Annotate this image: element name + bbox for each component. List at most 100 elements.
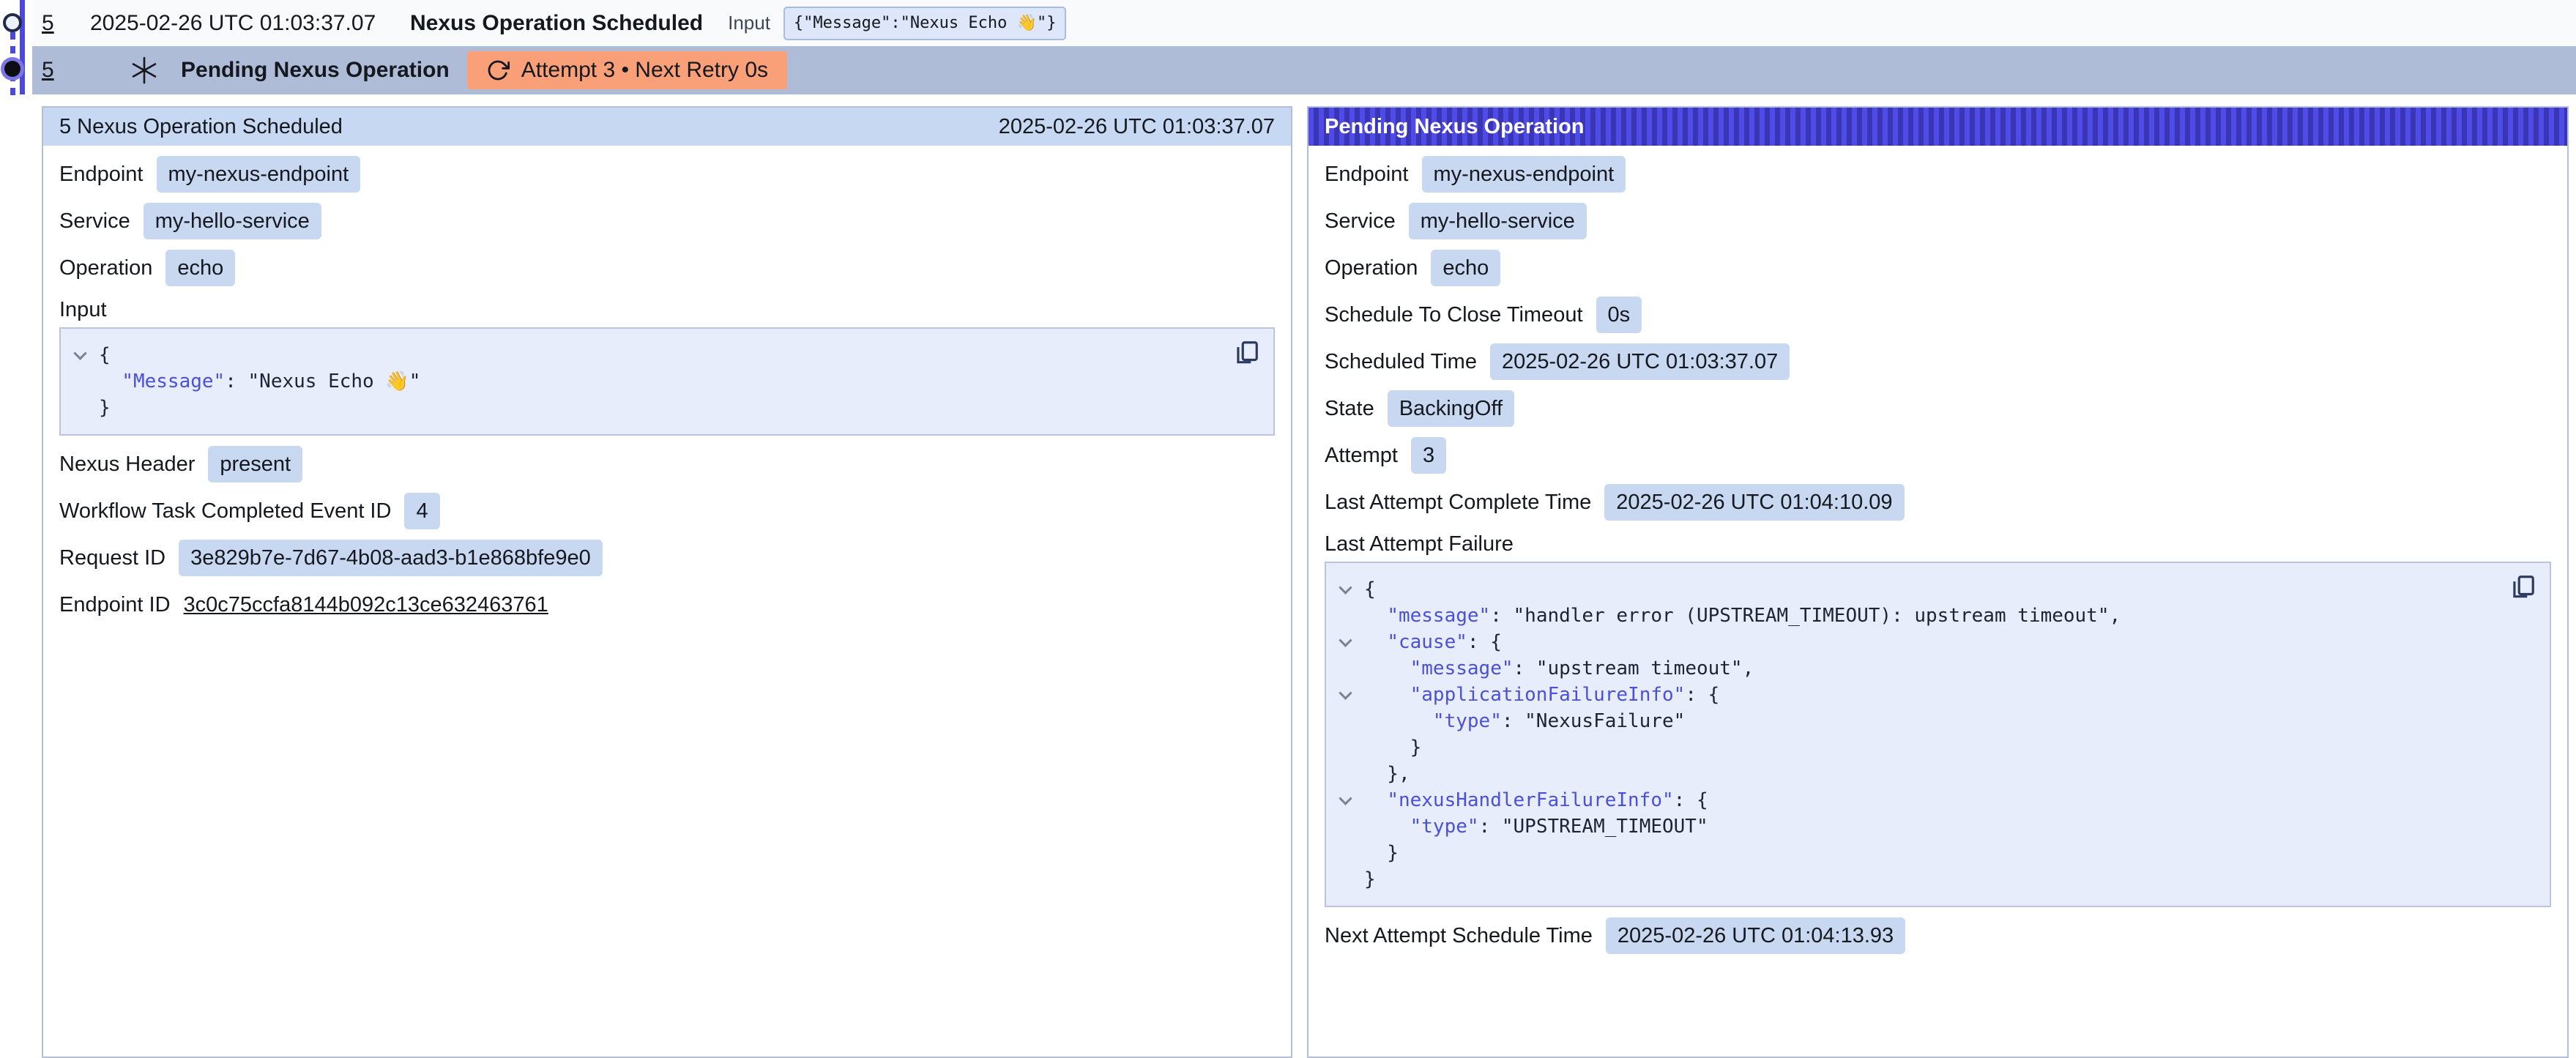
copy-icon <box>1232 339 1260 367</box>
field-input-label: Input <box>59 297 1275 323</box>
stct-badge: 0s <box>1596 297 1642 333</box>
code-line: { <box>1326 576 2498 603</box>
rotate-cw-icon <box>486 59 510 82</box>
event-input-label: Input <box>728 12 770 34</box>
code-gutter <box>1326 866 1364 893</box>
code-gutter <box>1326 813 1364 840</box>
request-id-badge: 3e829b7e-7d67-4b08-aad3-b1e868bfe9e0 <box>179 540 603 576</box>
code-text: "applicationFailureInfo": { <box>1364 682 1719 708</box>
code-line: }, <box>1326 761 2498 787</box>
operation-value-badge: echo <box>165 250 235 286</box>
code-line: "type": "NexusFailure" <box>1326 708 2498 734</box>
code-text: "nexusHandlerFailureInfo": { <box>1364 787 1708 813</box>
field-operation: Operation echo <box>59 250 1275 286</box>
event-detail-panel: 5 Nexus Operation Scheduled 2025-02-26 U… <box>42 106 1292 1058</box>
code-text: } <box>1364 734 1421 761</box>
code-line: } <box>1326 840 2498 866</box>
code-line: "Message": "Nexus Echo 👋" <box>61 368 1222 395</box>
event-detail-time: 2025-02-26 UTC 01:03:37.07 <box>999 115 1275 139</box>
code-text: "Message": "Nexus Echo 👋" <box>99 368 420 395</box>
code-line: "nexusHandlerFailureInfo": { <box>1326 787 2498 813</box>
operation-value-badge: echo <box>1431 250 1500 286</box>
pending-detail-header: Pending Nexus Operation <box>1309 108 2567 146</box>
nexus-header-badge: present <box>208 446 302 483</box>
pending-title: Pending Nexus Operation <box>181 58 450 83</box>
pending-operation-row[interactable]: 5 Pending Nexus Operation Attempt 3 • Ne… <box>32 46 2576 94</box>
field-schedule-to-close-timeout: Schedule To Close Timeout 0s <box>1325 297 2551 333</box>
endpoint-value-badge: my-nexus-endpoint <box>157 156 361 193</box>
code-gutter <box>61 342 99 368</box>
field-state: State BackingOff <box>1325 390 2551 427</box>
field-request-id: Request ID 3e829b7e-7d67-4b08-aad3-b1e86… <box>59 540 1275 576</box>
scheduled-time-badge: 2025-02-26 UTC 01:03:37.07 <box>1490 343 1790 380</box>
retry-status-badge: Attempt 3 • Next Retry 0s <box>467 51 787 89</box>
chevron-down-icon[interactable] <box>1339 791 1352 805</box>
code-text: "type": "NexusFailure" <box>1364 708 1685 734</box>
code-text: { <box>1364 576 1376 603</box>
code-text: "type": "UPSTREAM_TIMEOUT" <box>1364 813 1708 840</box>
code-text: "cause": { <box>1364 629 1502 655</box>
endpoint-id-link[interactable]: 3c0c75ccfa8144b092c13ce632463761 <box>184 593 548 617</box>
wtce-id-badge: 4 <box>404 493 439 529</box>
field-endpoint: Endpoint my-nexus-endpoint <box>1325 156 2551 193</box>
field-operation: Operation echo <box>1325 250 2551 286</box>
code-gutter <box>1326 655 1364 682</box>
field-attempt: Attempt 3 <box>1325 437 2551 474</box>
code-text: }, <box>1364 761 1410 787</box>
chevron-down-icon[interactable] <box>1339 686 1352 699</box>
field-last-attempt-complete-time: Last Attempt Complete Time 2025-02-26 UT… <box>1325 484 2551 521</box>
code-line: } <box>1326 734 2498 761</box>
service-value-badge: my-hello-service <box>1409 203 1587 239</box>
event-id-link[interactable]: 5 <box>42 11 54 35</box>
last-attempt-complete-time-badge: 2025-02-26 UTC 01:04:10.09 <box>1604 484 1904 521</box>
chevron-down-icon[interactable] <box>1339 633 1352 647</box>
event-detail-title: 5 Nexus Operation Scheduled <box>59 115 343 139</box>
code-text: { <box>99 342 111 368</box>
code-line: { <box>61 342 1222 368</box>
service-value-badge: my-hello-service <box>144 203 321 239</box>
retry-badge-label: Attempt 3 • Next Retry 0s <box>521 58 768 83</box>
code-line: } <box>1326 866 2498 893</box>
event-detail-header: 5 Nexus Operation Scheduled 2025-02-26 U… <box>43 108 1291 146</box>
code-text: "message": "upstream timeout", <box>1364 655 1754 682</box>
copy-button[interactable] <box>2509 573 2536 601</box>
field-next-attempt-schedule-time: Next Attempt Schedule Time 2025-02-26 UT… <box>1325 917 2551 954</box>
event-row-scheduled[interactable]: 5 2025-02-26 UTC 01:03:37.07 Nexus Opera… <box>32 0 2576 46</box>
event-title: Nexus Operation Scheduled <box>410 11 703 36</box>
code-line: "message": "upstream timeout", <box>1326 655 2498 682</box>
code-gutter <box>61 395 99 421</box>
code-text: } <box>1364 840 1399 866</box>
field-service: Service my-hello-service <box>59 203 1275 239</box>
attempt-badge: 3 <box>1411 437 1446 474</box>
code-text: } <box>1364 866 1376 893</box>
code-gutter <box>1326 603 1364 629</box>
code-line: "type": "UPSTREAM_TIMEOUT" <box>1326 813 2498 840</box>
code-gutter <box>1326 576 1364 603</box>
chevron-down-icon[interactable] <box>1339 581 1352 594</box>
asterisk-icon <box>130 56 159 85</box>
field-workflow-task-completed-event-id: Workflow Task Completed Event ID 4 <box>59 493 1275 529</box>
input-json-viewer: { "Message": "Nexus Echo 👋"} <box>59 327 1275 436</box>
code-gutter <box>1326 787 1364 813</box>
pending-detail-panel: Pending Nexus Operation Endpoint my-nexu… <box>1307 106 2569 1058</box>
code-gutter <box>61 368 99 395</box>
failure-json-viewer: { "message": "handler error (UPSTREAM_TI… <box>1325 562 2551 907</box>
code-gutter <box>1326 682 1364 708</box>
code-gutter <box>1326 708 1364 734</box>
event-input-chip[interactable]: {"Message":"Nexus Echo 👋"} <box>783 7 1067 40</box>
code-line: "applicationFailureInfo": { <box>1326 682 2498 708</box>
field-scheduled-time: Scheduled Time 2025-02-26 UTC 01:03:37.0… <box>1325 343 2551 380</box>
copy-button[interactable] <box>1232 339 1260 367</box>
pending-detail-title: Pending Nexus Operation <box>1325 115 1585 139</box>
chevron-down-icon[interactable] <box>73 346 86 360</box>
copy-icon <box>2509 573 2536 601</box>
code-gutter <box>1326 840 1364 866</box>
code-line: } <box>61 395 1222 421</box>
code-gutter <box>1326 734 1364 761</box>
field-last-attempt-failure-label: Last Attempt Failure <box>1325 531 2551 557</box>
code-text: } <box>99 395 111 421</box>
code-line: "message": "handler error (UPSTREAM_TIME… <box>1326 603 2498 629</box>
event-time: 2025-02-26 UTC 01:03:37.07 <box>90 11 410 36</box>
pending-id-link[interactable]: 5 <box>42 58 54 82</box>
timeline-accent-bar <box>20 0 25 94</box>
